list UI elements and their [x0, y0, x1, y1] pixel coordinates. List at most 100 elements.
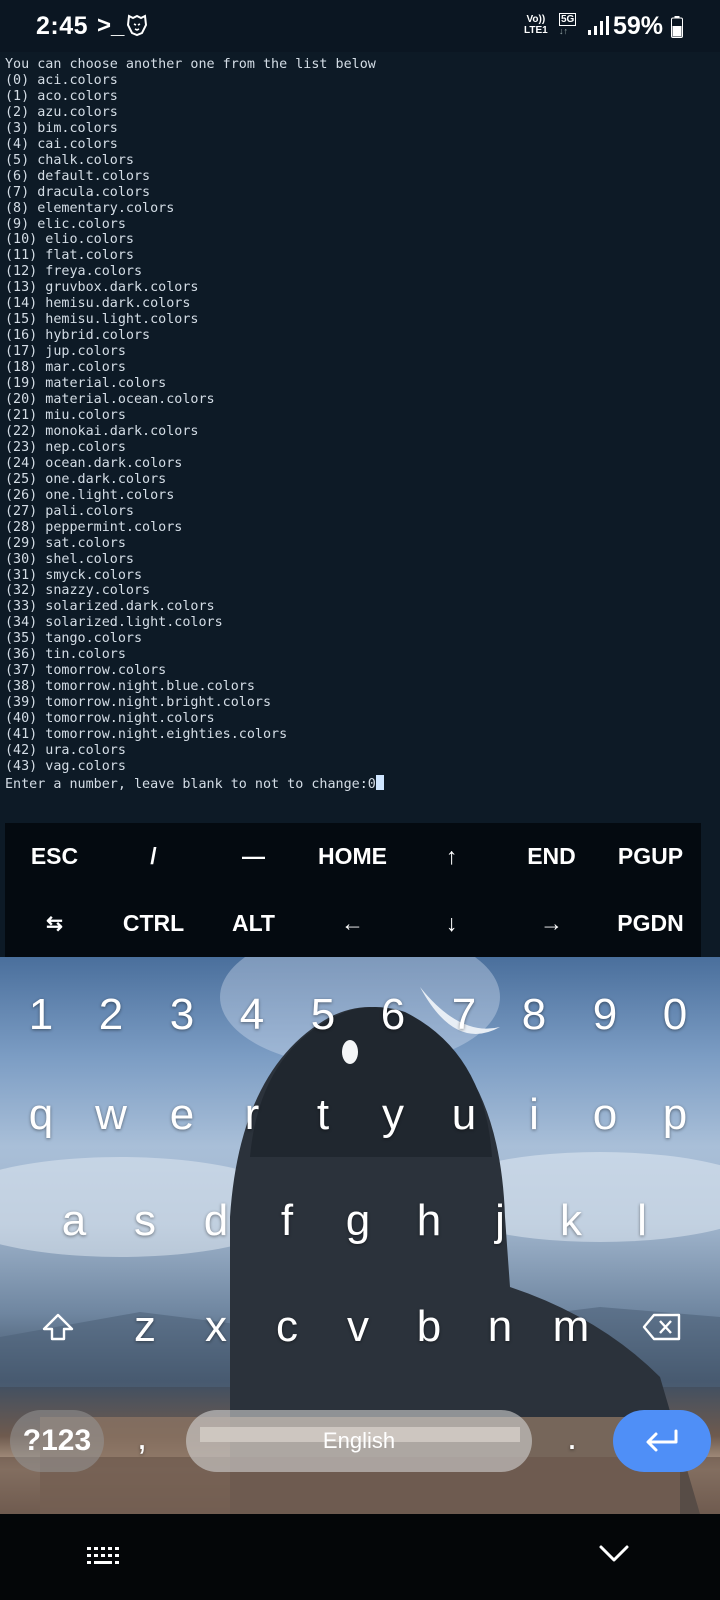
key-k[interactable]: k: [540, 1181, 602, 1261]
terminal-prompt-icon: >_: [97, 12, 125, 39]
soft-keyboard: 1 2 3 4 5 6 7 8 9 0 q w e r t y u i o p …: [0, 957, 720, 1514]
key-g[interactable]: g: [327, 1181, 389, 1261]
key-c[interactable]: c: [256, 1287, 318, 1367]
terminal-line: (33) solarized.dark.colors: [5, 599, 215, 615]
key-l[interactable]: l: [611, 1181, 673, 1261]
comma-key[interactable]: ,: [122, 1397, 162, 1477]
keyboard-switch-icon[interactable]: [85, 1545, 121, 1567]
key-x[interactable]: x: [185, 1287, 247, 1367]
terminal-line: (43) vag.colors: [5, 758, 126, 774]
key-3[interactable]: 3: [151, 975, 213, 1055]
key-q[interactable]: q: [10, 1075, 72, 1155]
shift-icon: [42, 1313, 74, 1341]
space-key[interactable]: English: [186, 1410, 532, 1472]
key-a[interactable]: a: [43, 1181, 105, 1261]
chevron-down-icon[interactable]: [598, 1544, 630, 1564]
terminal-line: (3) bim.colors: [5, 120, 118, 136]
terminal-cursor: [375, 774, 384, 790]
terminal-line: (28) peppermint.colors: [5, 519, 183, 535]
terminal-line: (26) one.light.colors: [5, 487, 175, 503]
terminal-line: (4) cai.colors: [5, 136, 118, 152]
key-4[interactable]: 4: [221, 975, 283, 1055]
key-w[interactable]: w: [80, 1075, 142, 1155]
terminal-line: (36) tin.colors: [5, 647, 126, 663]
esc-key[interactable]: ESC: [5, 823, 104, 890]
terminal-line: (13) gruvbox.dark.colors: [5, 280, 199, 296]
ctrl-key[interactable]: CTRL: [104, 890, 203, 957]
period-key[interactable]: .: [552, 1397, 592, 1477]
terminal-line: (40) tomorrow.night.colors: [5, 711, 215, 727]
key-i[interactable]: i: [503, 1075, 565, 1155]
backspace-key[interactable]: [626, 1287, 698, 1367]
key-8[interactable]: 8: [503, 975, 565, 1055]
left-arrow-key[interactable]: ←: [303, 890, 402, 957]
terminal-input[interactable]: 0: [368, 777, 376, 792]
terminal-line: (42) ura.colors: [5, 742, 126, 758]
signal-icon: [588, 16, 609, 35]
key-y[interactable]: y: [362, 1075, 424, 1155]
right-arrow-key[interactable]: →: [502, 890, 601, 957]
key-b[interactable]: b: [398, 1287, 460, 1367]
key-d[interactable]: d: [185, 1181, 247, 1261]
symbols-key[interactable]: ?123: [10, 1410, 104, 1472]
up-arrow-key[interactable]: ↑: [402, 823, 501, 890]
key-p[interactable]: p: [644, 1075, 706, 1155]
key-0[interactable]: 0: [644, 975, 706, 1055]
extra-keys-bar: ESC / — HOME ↑ END PGUP ⇆ CTRL ALT ← ↓ →…: [5, 823, 701, 957]
alt-key[interactable]: ALT: [204, 890, 303, 957]
key-9[interactable]: 9: [574, 975, 636, 1055]
status-bar: 2:45 >_ Vo)) LTE1 5G ↓↑ 59%: [0, 0, 720, 52]
terminal-line: (5) chalk.colors: [5, 152, 134, 168]
terminal-lines: You can choose another one from the list…: [5, 57, 376, 774]
terminal-line: (19) material.colors: [5, 376, 167, 392]
terminal-line: (32) snazzy.colors: [5, 583, 151, 599]
key-6[interactable]: 6: [362, 975, 424, 1055]
pgup-key[interactable]: PGUP: [601, 823, 700, 890]
terminal-line: (12) freya.colors: [5, 264, 143, 280]
key-t[interactable]: t: [292, 1075, 354, 1155]
down-arrow-key[interactable]: ↓: [402, 890, 501, 957]
slash-key[interactable]: /: [104, 823, 203, 890]
key-o[interactable]: o: [574, 1075, 636, 1155]
terminal-line: (34) solarized.light.colors: [5, 615, 223, 631]
key-5[interactable]: 5: [292, 975, 354, 1055]
tab-key[interactable]: ⇆: [5, 890, 104, 957]
key-r[interactable]: r: [221, 1075, 283, 1155]
terminal-line: (11) flat.colors: [5, 248, 134, 264]
terminal-line: (9) elic.colors: [5, 216, 126, 232]
key-f[interactable]: f: [256, 1181, 318, 1261]
key-s[interactable]: s: [114, 1181, 176, 1261]
key-7[interactable]: 7: [433, 975, 495, 1055]
key-2[interactable]: 2: [80, 975, 142, 1055]
shift-key[interactable]: [22, 1287, 94, 1367]
enter-key[interactable]: [613, 1410, 711, 1472]
terminal-line: (15) hemisu.light.colors: [5, 312, 199, 328]
battery-percent: 59%: [613, 12, 664, 40]
battery-icon: [671, 16, 683, 38]
terminal-line: (39) tomorrow.night.bright.colors: [5, 695, 272, 711]
key-v[interactable]: v: [327, 1287, 389, 1367]
dash-key[interactable]: —: [204, 823, 303, 890]
end-key[interactable]: END: [502, 823, 601, 890]
terminal-line: (24) ocean.dark.colors: [5, 455, 183, 471]
key-e[interactable]: e: [151, 1075, 213, 1155]
home-key[interactable]: HOME: [303, 823, 402, 890]
key-n[interactable]: n: [469, 1287, 531, 1367]
key-h[interactable]: h: [398, 1181, 460, 1261]
terminal-line: (41) tomorrow.night.eighties.colors: [5, 727, 288, 743]
terminal-line: (14) hemisu.dark.colors: [5, 296, 191, 312]
key-1[interactable]: 1: [10, 975, 72, 1055]
pgdn-key[interactable]: PGDN: [601, 890, 700, 957]
terminal-line: (27) pali.colors: [5, 503, 134, 519]
key-m[interactable]: m: [540, 1287, 602, 1367]
terminal-output[interactable]: You can choose another one from the list…: [0, 52, 720, 812]
key-z[interactable]: z: [114, 1287, 176, 1367]
terminal-text: You can choose another one from the list…: [5, 57, 384, 793]
terminal-line: (1) aco.colors: [5, 88, 118, 104]
key-j[interactable]: j: [469, 1181, 531, 1261]
terminal-line: (18) mar.colors: [5, 360, 126, 376]
key-u[interactable]: u: [433, 1075, 495, 1155]
terminal-line: (21) miu.colors: [5, 407, 126, 423]
volte-indicator: Vo)) LTE1: [524, 14, 548, 36]
terminal-line: (38) tomorrow.night.blue.colors: [5, 679, 255, 695]
